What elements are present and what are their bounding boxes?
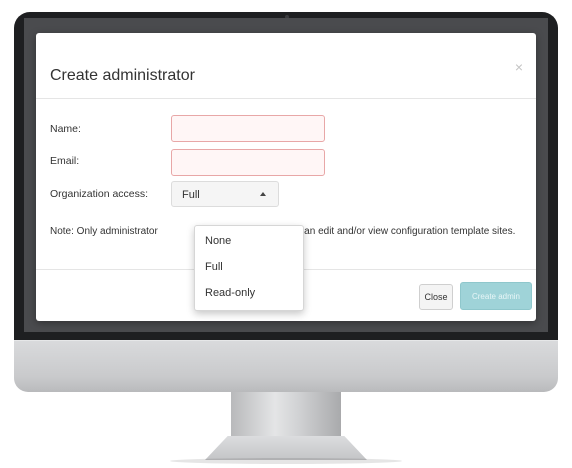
monitor-stand-neck (231, 392, 341, 438)
org-access-label: Organization access: (50, 188, 149, 200)
name-label: Name: (50, 123, 81, 135)
org-access-select[interactable]: Full (171, 181, 279, 207)
monitor-stand-base (205, 436, 367, 460)
access-note-start: Note: Only administrator (50, 226, 158, 237)
org-access-dropdown-menu: None Full Read-only (194, 225, 304, 311)
create-administrator-dialog: Create administrator × Name: Email: Orga… (36, 33, 536, 321)
access-note-end: cess can edit and/or view configuration … (275, 226, 516, 237)
close-icon[interactable]: × (515, 59, 523, 75)
dropdown-option-full[interactable]: Full (205, 261, 223, 273)
dialog-title: Create administrator (50, 67, 195, 84)
dialog-header: Create administrator × (36, 33, 536, 99)
email-input[interactable] (171, 149, 325, 176)
org-access-selected-value: Full (182, 189, 200, 201)
monitor-chin (14, 340, 558, 392)
name-input[interactable] (171, 115, 325, 142)
dropdown-option-read-only[interactable]: Read-only (205, 287, 255, 299)
email-label: Email: (50, 155, 80, 167)
close-button[interactable]: Close (419, 284, 453, 310)
dropdown-option-none[interactable]: None (205, 235, 231, 247)
create-admin-button[interactable]: Create admin (460, 282, 532, 310)
monitor-shadow (170, 458, 402, 464)
screen: Create administrator × Name: Email: Orga… (24, 18, 548, 332)
caret-up-icon (260, 192, 266, 196)
